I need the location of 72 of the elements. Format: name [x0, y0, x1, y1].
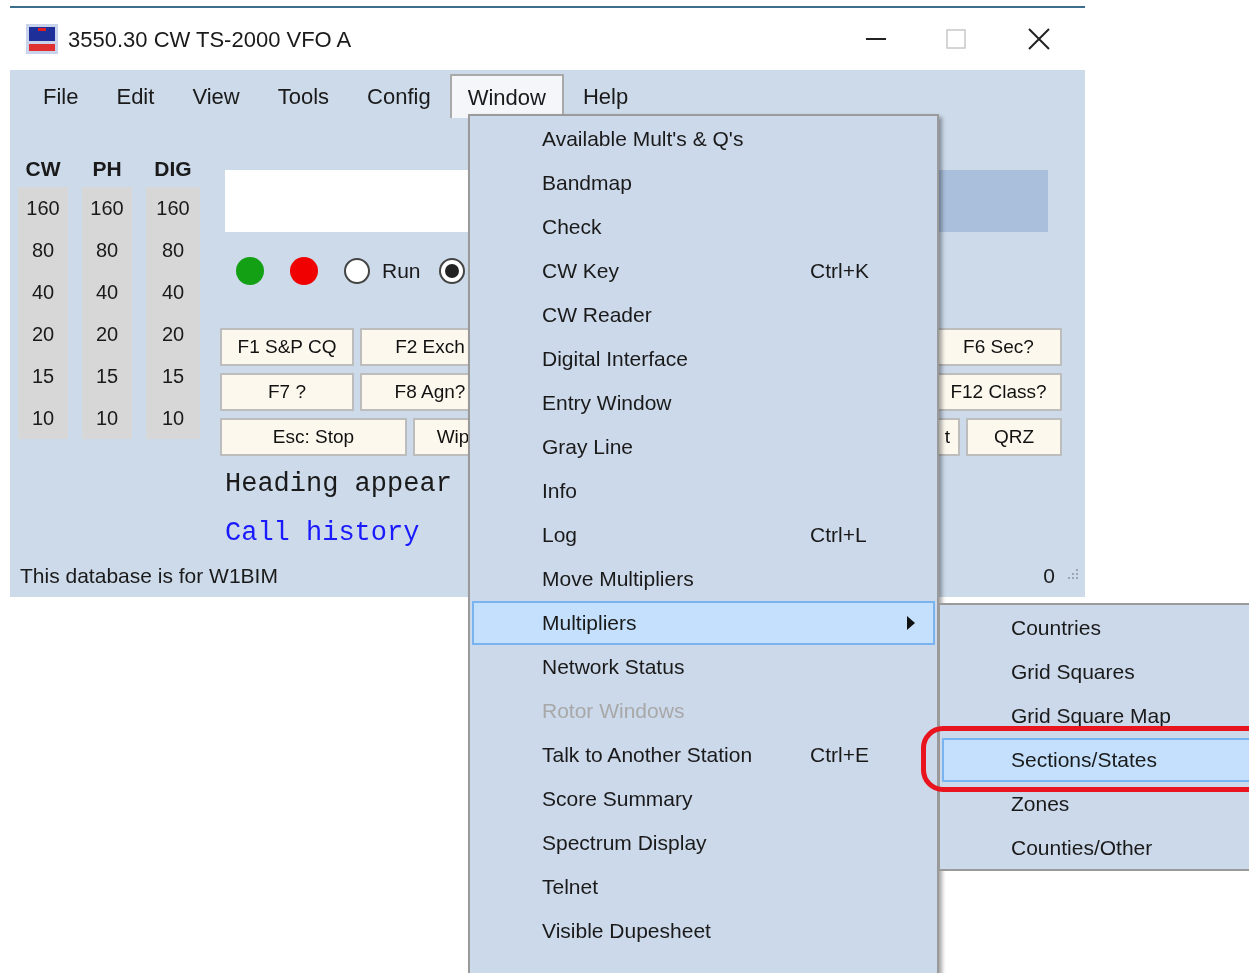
window-menu-item[interactable]: Check [472, 205, 935, 249]
band-column-header: DIG [154, 156, 192, 182]
band-cell[interactable]: 15 [82, 355, 132, 397]
window-menu-item[interactable]: Entry Window [472, 381, 935, 425]
radio-button[interactable] [344, 258, 370, 284]
close-icon[interactable] [1028, 28, 1050, 50]
band-cell[interactable]: 10 [146, 397, 200, 439]
band-cell[interactable]: 160 [146, 187, 200, 229]
minimize-icon[interactable] [866, 38, 886, 40]
band-cell[interactable]: 10 [18, 397, 68, 439]
band-cell[interactable]: 160 [18, 187, 68, 229]
heading-text: Heading appear [225, 468, 453, 500]
window-title: 3550.30 CW TS-2000 VFO A [68, 25, 352, 54]
function-key-button[interactable]: F7 ? [220, 373, 354, 411]
window-menu-item[interactable]: Multipliers [472, 601, 935, 645]
window-menu-item[interactable]: Bandmap [472, 161, 935, 205]
band-cell[interactable]: 15 [146, 355, 200, 397]
band-cell[interactable]: 160 [82, 187, 132, 229]
menu-item[interactable]: File [24, 74, 98, 118]
window-menu-item[interactable]: Info [472, 469, 935, 513]
radio-label: Run [382, 258, 421, 285]
window-menu-item[interactable]: Log Ctrl+L [472, 513, 935, 557]
window-menu-item[interactable]: Score Summary [472, 777, 935, 821]
call-history-text: Call history [225, 517, 421, 549]
window-menu-item[interactable]: Available Mult's & Q's [472, 117, 935, 161]
window-menu-item[interactable]: Spectrum Display [472, 821, 935, 865]
window-menu-item[interactable]: Digital Interface [472, 337, 935, 381]
band-column-header: PH [92, 156, 122, 182]
call-entry-field[interactable] [225, 170, 468, 232]
menu-item[interactable]: Window [449, 74, 564, 118]
status-count: 0 [1043, 562, 1055, 589]
status-text: This database is for W1BIM [20, 562, 278, 589]
window-menu-item[interactable]: CW Reader [472, 293, 935, 337]
band-column-header: CW [25, 156, 61, 182]
submenu-item[interactable]: Sections/States [942, 738, 1249, 782]
window-menu-item[interactable]: Talk to Another Station Ctrl+E [472, 733, 935, 777]
submenu-item[interactable]: Grid Square Map [942, 694, 1249, 738]
function-key-button[interactable]: QRZ [966, 418, 1062, 456]
maximize-icon[interactable] [946, 29, 966, 49]
menu-item[interactable]: Config [348, 74, 450, 118]
band-cell[interactable]: 20 [18, 313, 68, 355]
band-cell[interactable]: 80 [146, 229, 200, 271]
menu-item[interactable]: Help [563, 74, 648, 118]
window-menu-item[interactable]: CW Key Ctrl+K [472, 249, 935, 293]
window-menu-item[interactable]: Network Status [472, 645, 935, 689]
band-cell[interactable]: 40 [18, 271, 68, 313]
band-cell[interactable]: 80 [82, 229, 132, 271]
menu-item[interactable]: Edit [97, 74, 174, 118]
band-cell[interactable]: 80 [18, 229, 68, 271]
submenu-item[interactable]: Countries [942, 606, 1249, 650]
window-menu-item[interactable]: Gray Line [472, 425, 935, 469]
function-key-button[interactable]: F1 S&P CQ [220, 328, 354, 366]
radio-button[interactable] [438, 258, 465, 284]
band-cell[interactable]: 15 [18, 355, 68, 397]
submenu-item[interactable]: Grid Squares [942, 650, 1249, 694]
function-key-button[interactable]: Wip [413, 418, 468, 456]
band-cell[interactable]: 20 [82, 313, 132, 355]
menu-item[interactable]: Tools [258, 74, 349, 118]
band-cell[interactable]: 10 [82, 397, 132, 439]
window-menu-item[interactable]: Visible Dupesheet [472, 909, 935, 953]
menu-item[interactable]: View [173, 74, 259, 118]
function-key-button[interactable]: F8 Agn? [360, 373, 468, 411]
band-cell[interactable]: 40 [146, 271, 200, 313]
submenu-item[interactable]: Counties/Other [942, 826, 1249, 870]
band-cell[interactable]: 20 [146, 313, 200, 355]
window-menu-item[interactable]: Move Multipliers [472, 557, 935, 601]
function-key-button[interactable]: Esc: Stop [220, 418, 407, 456]
function-key-button[interactable]: F2 Exch [360, 328, 468, 366]
window-menu-item[interactable]: Telnet [472, 865, 935, 909]
app-logo-icon [26, 24, 58, 54]
submenu-item[interactable]: Zones [942, 782, 1249, 826]
band-cell[interactable]: 40 [82, 271, 132, 313]
